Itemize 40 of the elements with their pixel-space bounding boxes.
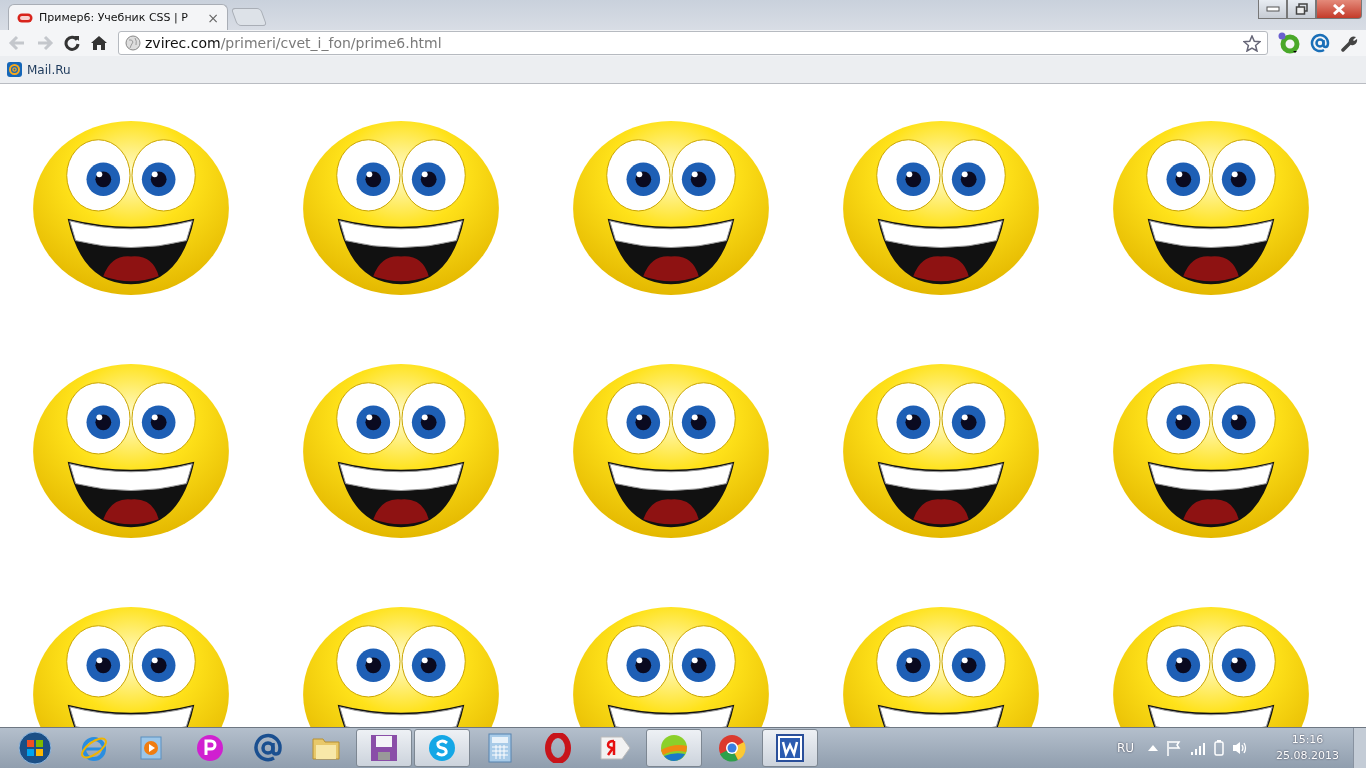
address-bar[interactable]: zvirec.com/primeri/cvet_i_fon/prime6.html: [118, 31, 1268, 55]
taskbar-button[interactable]: [762, 729, 818, 767]
tab-close-button[interactable]: ×: [207, 9, 219, 26]
battery-icon[interactable]: [1214, 740, 1224, 756]
letter-w-icon: [776, 734, 804, 762]
calculator-icon: [488, 733, 512, 763]
flag-icon[interactable]: [1166, 740, 1182, 756]
clock-date: 25.08.2013: [1276, 748, 1339, 764]
speaker-icon[interactable]: [1232, 740, 1248, 756]
clock-time: 15:16: [1291, 732, 1324, 748]
url-path: /primeri/cvet_i_fon/prime6.html: [220, 35, 442, 51]
striped-ball-icon: [659, 733, 689, 763]
restore-button[interactable]: [1287, 0, 1316, 19]
minimize-button[interactable]: [1258, 0, 1287, 19]
home-icon[interactable]: [90, 35, 108, 51]
ring-icon[interactable]: [1278, 32, 1300, 54]
star-icon[interactable]: [1243, 34, 1261, 52]
close-button[interactable]: [1316, 0, 1362, 19]
letter-o-icon: [543, 733, 573, 763]
browser-tab[interactable]: Пример6: Учебник CSS | Р ×: [8, 4, 228, 30]
reload-icon[interactable]: [64, 35, 80, 51]
url-domain: zvirec.com: [145, 35, 221, 51]
minimize-icon: [1265, 6, 1280, 12]
taskbar-button[interactable]: [414, 729, 470, 767]
windows-logo-icon: [18, 731, 52, 765]
chrome-ball-icon: [717, 733, 747, 763]
pill-icon: [17, 12, 33, 23]
taskbar-button[interactable]: [356, 729, 412, 767]
tab-title: Пример6: Учебник CSS | Р: [39, 11, 189, 24]
letter-p-icon: [195, 733, 225, 763]
restore-icon: [1294, 3, 1309, 15]
taskbar-button[interactable]: [646, 729, 702, 767]
signal-bars-icon[interactable]: [1190, 741, 1206, 755]
play-icon: [139, 734, 165, 762]
letter-s-icon: [427, 733, 457, 763]
bookmark-link[interactable]: Mail.Ru: [7, 62, 71, 77]
wrench-icon[interactable]: [1340, 34, 1358, 52]
caret-icon[interactable]: [1148, 745, 1158, 751]
arrow-tag-icon: [600, 735, 632, 761]
close-icon: [1332, 3, 1346, 15]
